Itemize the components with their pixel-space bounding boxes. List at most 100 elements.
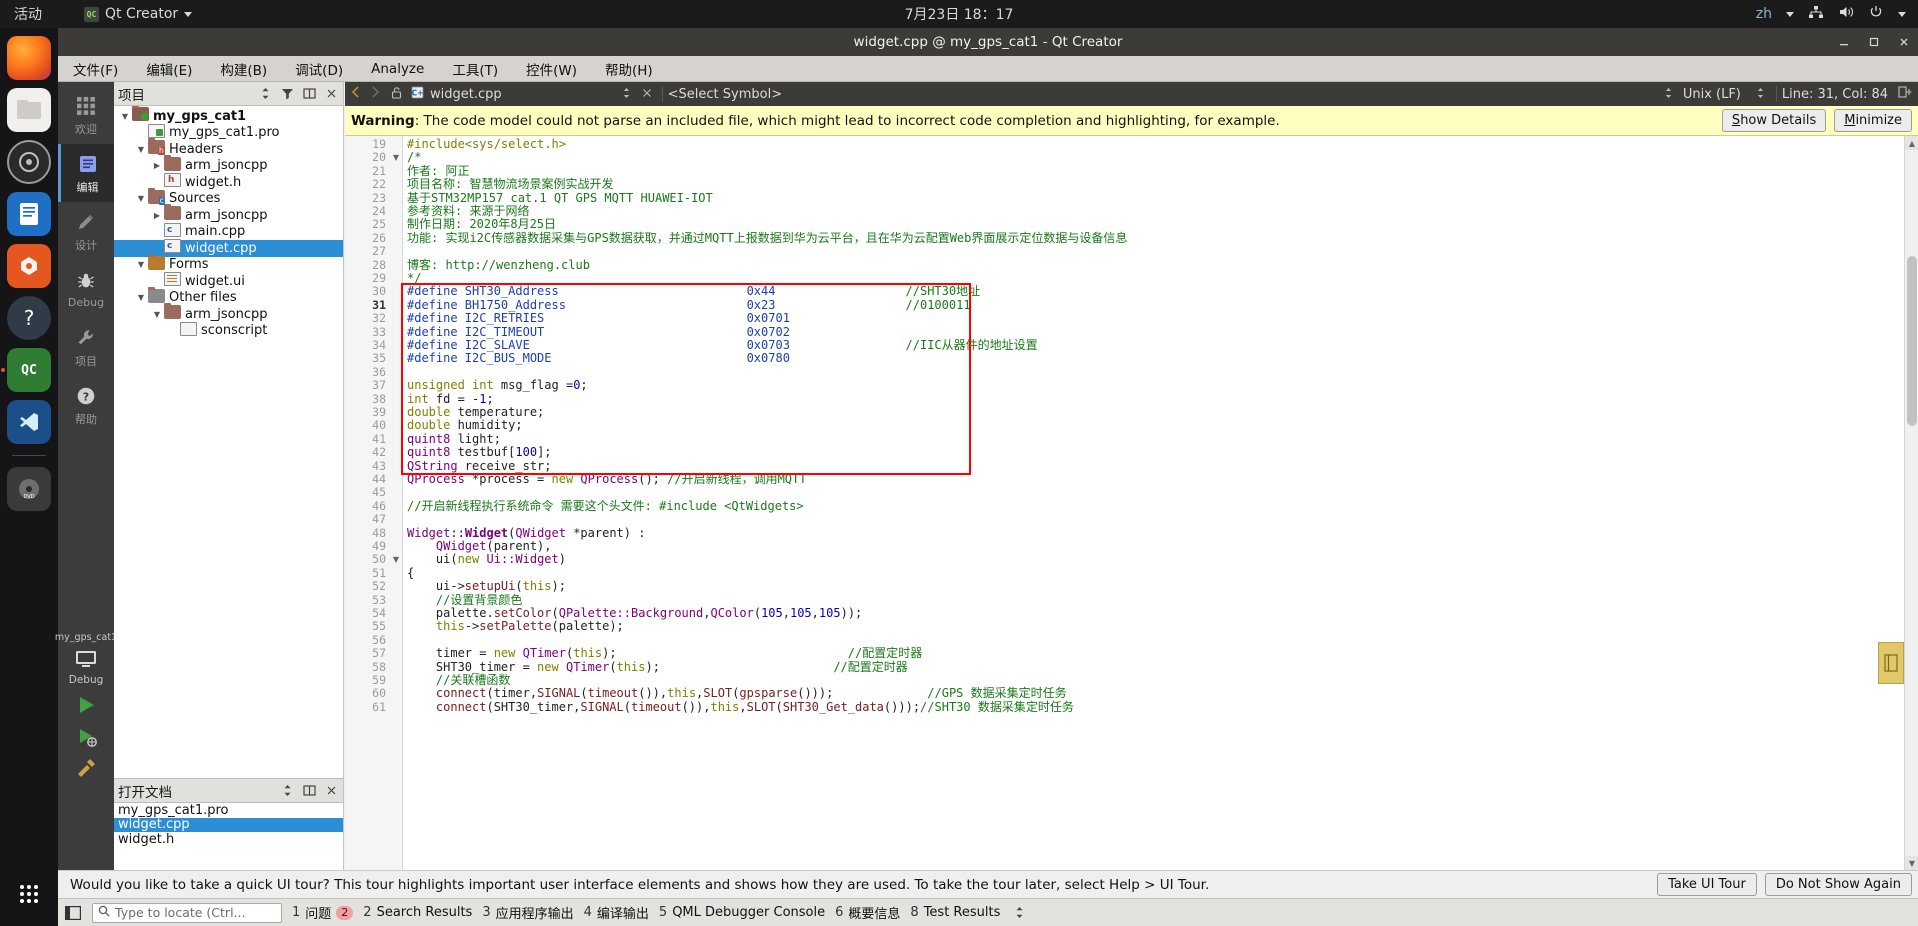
code-line[interactable]: 参考资料: 来源于网络 [407,204,529,218]
code-line[interactable]: this->setPalette(palette); [407,620,624,633]
code-line[interactable]: #include<sys/select.h> [407,137,566,151]
output-pane-application-output[interactable]: 3 应用程序输出 [482,903,573,922]
tree-item-arm-jsoncpp[interactable]: ▶ arm_jsoncpp [114,204,343,224]
close-editor-icon[interactable] [637,88,657,101]
code-line[interactable]: { [407,566,414,580]
chevron-down-icon[interactable]: ▼ [118,112,132,121]
dock-item-libreoffice-writer[interactable] [7,192,51,236]
tree-item-my-gps-cat1[interactable]: ▼ my_gps_cat1 [114,106,343,125]
project-tree[interactable]: ▼ my_gps_cat1my_gps_cat1.pro ▼ Headers ▶ arm_… [114,106,343,778]
code-line[interactable]: int fd = -1; [407,392,494,406]
code-line[interactable]: SHT30_timer = new QTimer(this); //配置定时器 [407,660,908,674]
code-content[interactable]: #include<sys/select.h>/* 作者: 阿正 项目名称: 智慧物流… [407,136,1918,870]
run-button[interactable] [73,692,99,718]
output-pane-test-results[interactable]: 8 Test Results [910,905,1000,920]
minimize-warning-button[interactable]: Minimize [1834,109,1912,132]
output-pane-issues[interactable]: 1 问题 2 [292,903,354,922]
show-applications-button[interactable] [7,872,51,916]
code-line[interactable]: unsigned int msg_flag =0; [407,378,588,392]
code-line[interactable]: palette.setColor(QPalette::Background,QC… [407,606,862,620]
maximize-button[interactable] [1866,34,1882,50]
output-pane-qml-debugger-console[interactable]: 5 QML Debugger Console [659,905,825,920]
code-line[interactable]: double temperature; [407,405,544,419]
code-line[interactable]: double humidity; [407,419,523,432]
code-line[interactable]: #define BH1750_Address 0x23 //0100011 [407,298,971,312]
mode-welcome[interactable]: 欢迎 [58,86,114,144]
code-line[interactable]: //设置背景颜色 [407,593,522,607]
dock-item-rhythmbox[interactable] [7,140,51,184]
code-line[interactable]: */ [407,271,421,285]
menu-tools[interactable]: 工具(T) [447,57,503,81]
code-line[interactable]: QProcess *process = new QProcess(); //开启… [407,472,806,486]
editor-vertical-scrollbar[interactable]: ▲ ▼ [1904,136,1918,870]
close-button[interactable] [1896,34,1912,50]
editor-filename[interactable]: widget.cpp [430,87,502,102]
unlock-icon[interactable] [385,86,407,102]
chevron-down-icon[interactable]: ▼ [134,145,148,154]
file-dropdown-icon[interactable] [617,87,637,102]
tree-item-headers[interactable]: ▼ Headers [114,138,343,158]
split-pane-icon[interactable] [301,86,317,102]
tree-item-main-cpp[interactable]: main.cpp [114,222,343,241]
line-ending-dropdown-icon[interactable] [1659,87,1679,102]
tree-item-arm-jsoncpp[interactable]: ▼ arm_jsoncpp [114,303,343,323]
forward-arrow-icon[interactable] [365,86,385,102]
menu-analyze[interactable]: Analyze [366,59,429,79]
chevron-down-icon[interactable]: ▼ [134,293,148,302]
menu-edit[interactable]: 编辑(E) [141,57,197,81]
code-line[interactable]: 制作日期: 2020年8月25日 [407,218,556,231]
filter-icon[interactable] [279,86,295,102]
open-document-my-gps-cat1-pro[interactable]: my_gps_cat1.pro [114,803,343,818]
dock-item-ubuntu-software[interactable] [7,244,51,288]
output-pane-general-messages[interactable]: 6 概要信息 [835,903,900,922]
code-line[interactable]: ui->setupUi(this); [407,579,566,593]
chevron-down-icon[interactable] [1898,11,1906,17]
code-line[interactable]: QWidget(parent), [407,539,552,553]
code-line[interactable]: #define I2C_TIMEOUT 0x0702 [407,325,790,339]
show-details-button[interactable]: Show Details [1721,109,1827,132]
open-document-widget-h[interactable]: widget.h [114,832,343,847]
open-document-widget-cpp[interactable]: widget.cpp [114,817,343,832]
chevron-down-icon[interactable]: ▼ [134,194,148,203]
menu-file[interactable]: 文件(F) [68,57,123,81]
code-line[interactable]: 基于STM32MP157 cat.1 QT GPS MQTT HUAWEI-IO… [407,191,713,205]
code-line[interactable]: 项目名称: 智慧物流场景案例实战开发 [407,177,613,191]
split-pane-icon[interactable] [301,783,317,799]
close-pane-icon[interactable] [323,86,339,102]
menu-build[interactable]: 构建(B) [215,57,272,81]
back-arrow-icon[interactable] [345,86,365,102]
tree-item-arm-jsoncpp[interactable]: ▶ arm_jsoncpp [114,154,343,175]
tree-item-sconscript[interactable]: sconscript [114,321,343,340]
menu-window[interactable]: 控件(W) [521,57,582,81]
dock-item-files[interactable] [7,88,51,132]
chevron-down-icon[interactable]: ▼ [150,310,164,319]
chevron-right-icon[interactable]: ▶ [150,211,164,220]
build-button[interactable] [73,756,99,782]
dock-item-help[interactable]: ? [7,296,51,340]
sort-updown-icon[interactable] [279,783,295,799]
code-line[interactable]: #define SHT30_Address 0x44 //SHT30地址 [407,285,980,298]
code-line[interactable]: #define I2C_BUS_MODE 0x0780 [407,352,790,365]
scroll-up-arrow-icon[interactable]: ▲ [1905,136,1918,150]
mode-projects[interactable]: 项目 [58,318,114,376]
code-line[interactable]: //开启新线程执行系统命令 需要这个头文件: #include <QtWidge… [407,499,804,513]
symbol-selector[interactable]: <Select Symbol> [668,87,782,102]
chevron-down-icon[interactable]: ▼ [134,260,148,269]
code-line[interactable]: 功能: 实现i2C传感器数据采集与GPS数据获取，并通过MQTT上报数据到华为云… [407,231,1127,245]
power-icon[interactable] [1868,4,1884,24]
code-line[interactable]: connect(timer,SIGNAL(timeout()),this,SLO… [407,687,1067,700]
menu-help[interactable]: 帮助(H) [600,57,658,81]
dock-item-dvd[interactable]: DVD [7,467,51,511]
input-method-label[interactable]: zh [1756,6,1772,22]
dock-item-firefox[interactable] [7,36,51,80]
scroll-down-arrow-icon[interactable]: ▼ [1905,856,1918,870]
volume-icon[interactable] [1838,4,1854,24]
fold-marker-icon[interactable]: ▼ [391,553,401,566]
code-line[interactable]: QString receive_str; [407,459,552,473]
scrollbar-thumb[interactable] [1907,256,1917,426]
code-line[interactable]: quint8 light; [407,432,501,446]
split-editor-icon[interactable] [1888,85,1912,103]
code-line[interactable]: quint8 testbuf[100]; [407,445,552,459]
dock-item-vscode[interactable] [7,400,51,444]
line-ending-label[interactable]: Unix (LF) [1679,87,1751,102]
